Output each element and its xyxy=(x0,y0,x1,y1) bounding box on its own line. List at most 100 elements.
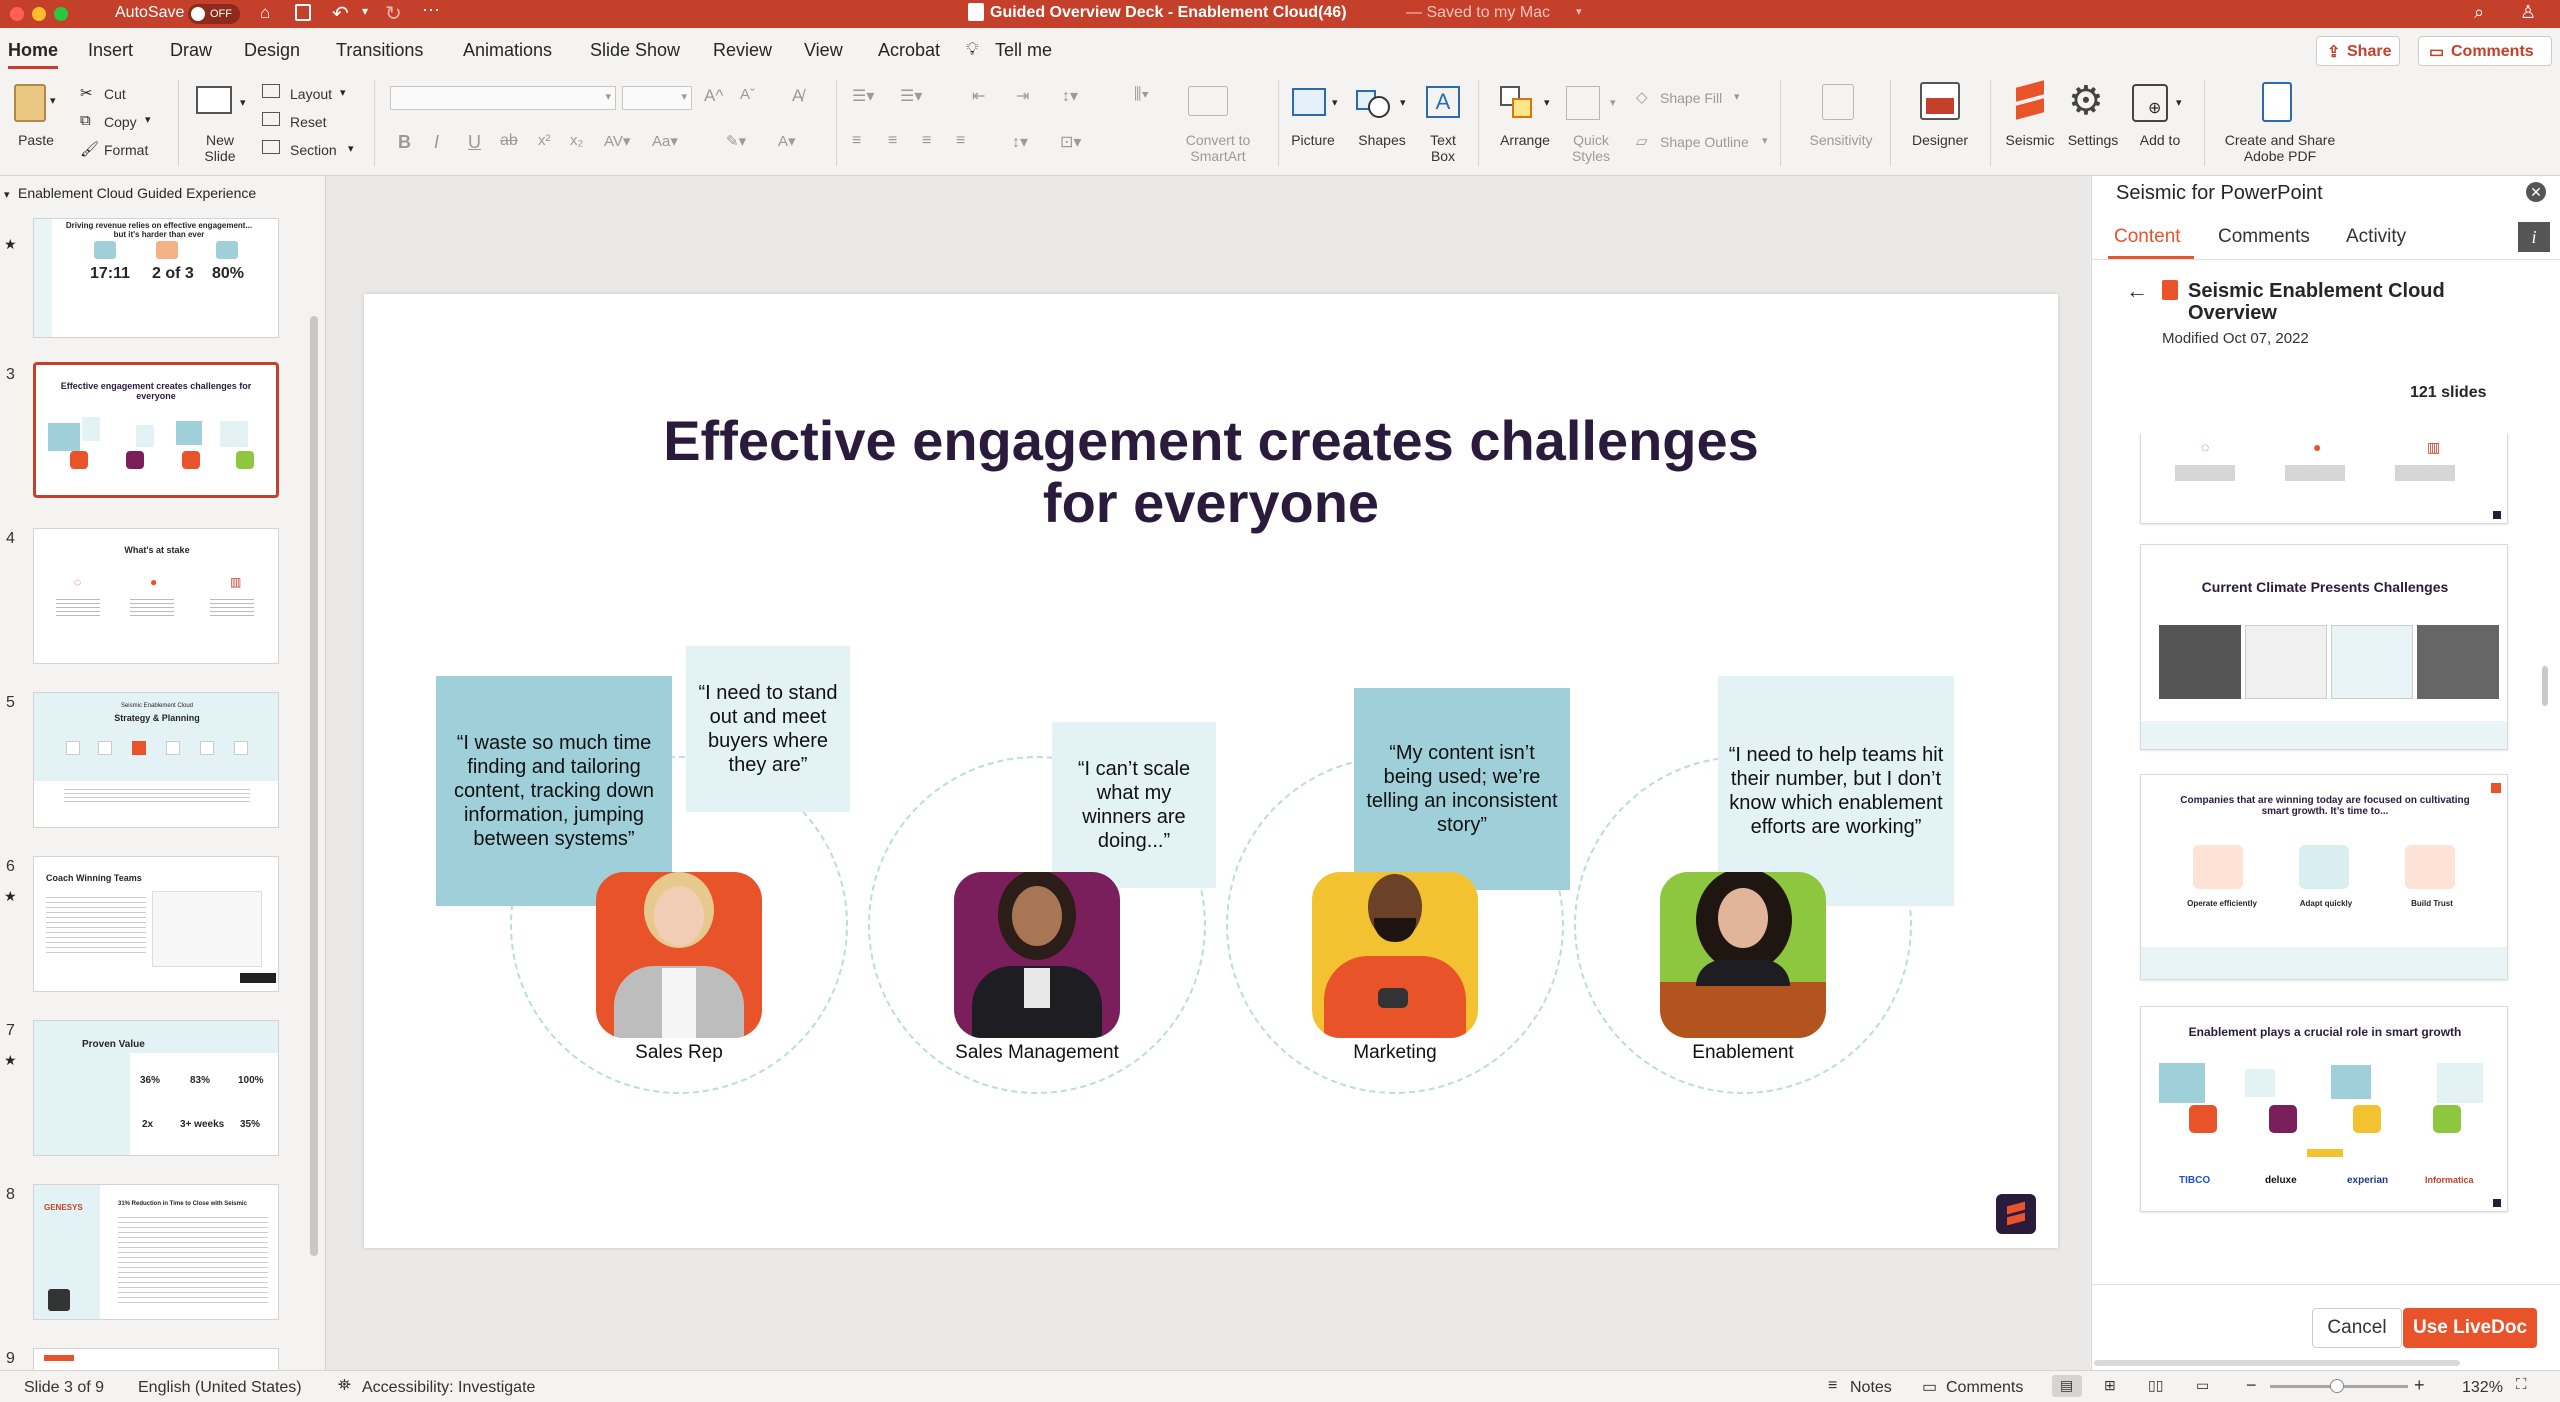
share-button[interactable]: ⇪ Share xyxy=(2316,36,2400,66)
section-icon[interactable] xyxy=(262,140,280,154)
format-painter-button[interactable]: Format xyxy=(104,142,148,158)
close-pane-icon[interactable]: ✕ xyxy=(2526,182,2546,202)
tab-acrobat[interactable]: Acrobat xyxy=(878,40,940,61)
zoom-slider-thumb[interactable] xyxy=(2330,1379,2344,1393)
section-header[interactable]: Enablement Cloud Guided Experience xyxy=(18,185,256,201)
pane-tab-content[interactable]: Content xyxy=(2114,226,2181,248)
shape-fill-dropdown-icon[interactable]: ▾ xyxy=(1734,90,1740,103)
pane-slide-list[interactable]: ◌ ● ▥ Current Climate Presents Challenge… xyxy=(2092,434,2560,1294)
reset-button[interactable]: Reset xyxy=(290,114,327,130)
cut-icon[interactable]: ✂ xyxy=(80,84,93,102)
align-left-icon[interactable]: ≡ xyxy=(852,132,861,150)
decrease-indent-icon[interactable]: ⇤ xyxy=(972,86,985,106)
change-case-icon[interactable]: Aa▾ xyxy=(652,132,678,150)
slide-thumbnail-4[interactable]: What's at stake ◌ ● ▥ xyxy=(33,528,279,664)
new-slide-dropdown-icon[interactable]: ▾ xyxy=(240,96,246,109)
use-livedoc-button[interactable]: Use LiveDoc xyxy=(2403,1308,2537,1348)
arrange-icon[interactable] xyxy=(1500,86,1534,120)
quote-sales-management[interactable]: “I can’t scale what my winners are doing… xyxy=(1052,722,1216,888)
sales-rep-photo[interactable] xyxy=(596,872,762,1038)
shapes-dropdown-icon[interactable]: ▾ xyxy=(1400,96,1406,109)
bullets-icon[interactable]: ☰▾ xyxy=(852,86,874,106)
text-direction-icon[interactable]: ↕▾ xyxy=(1012,132,1028,152)
slide-thumbnail-7[interactable]: Proven Value 36% 83% 100% 2x 3+ weeks 35… xyxy=(33,1020,279,1156)
increase-indent-icon[interactable]: ⇥ xyxy=(1016,86,1029,106)
copy-icon[interactable]: ⧉ xyxy=(80,112,91,129)
slide-thumbnail-5[interactable]: Seismic Enablement Cloud Strategy & Plan… xyxy=(33,692,279,828)
content-doc-title[interactable]: Seismic Enablement Cloud Overview xyxy=(2188,280,2528,324)
slide-thumbnail-2[interactable]: Driving revenue relies on effective enga… xyxy=(33,218,279,338)
cut-button[interactable]: Cut xyxy=(104,86,126,102)
highlight-icon[interactable]: ✎▾ xyxy=(726,132,746,150)
tab-home[interactable]: Home xyxy=(8,40,58,61)
picture-icon[interactable] xyxy=(1292,88,1326,116)
tell-me-search[interactable]: Tell me xyxy=(995,40,1052,61)
back-arrow-icon[interactable]: ← xyxy=(2126,278,2148,304)
tab-design[interactable]: Design xyxy=(244,40,300,61)
slide-sorter-icon[interactable]: ⊞ xyxy=(2104,1377,2116,1394)
layout-icon[interactable] xyxy=(262,84,280,98)
line-spacing-icon[interactable]: ↕▾ xyxy=(1062,86,1078,106)
smartart-icon[interactable] xyxy=(1188,86,1228,116)
seismic-button[interactable]: Seismic xyxy=(2000,132,2060,148)
tab-insert[interactable]: Insert xyxy=(88,40,133,61)
shapes-button[interactable]: Shapes xyxy=(1354,132,1410,148)
tab-transitions[interactable]: Transitions xyxy=(336,40,423,61)
tab-slide-show[interactable]: Slide Show xyxy=(590,40,680,61)
pane-tab-comments[interactable]: Comments xyxy=(2218,226,2310,248)
redo-icon[interactable]: ↻ xyxy=(385,1,402,26)
persona-label-sales-rep[interactable]: Sales Rep xyxy=(559,1042,799,1064)
fit-to-window-icon[interactable]: ⛶ xyxy=(2516,1376,2527,1393)
zoom-in-icon[interactable]: + xyxy=(2414,1375,2425,1396)
tab-draw[interactable]: Draw xyxy=(170,40,212,61)
layout-button[interactable]: Layout xyxy=(290,86,332,102)
shape-outline-button[interactable]: Shape Outline xyxy=(1660,134,1749,150)
slide-thumbnail-9[interactable] xyxy=(33,1348,279,1370)
numbering-icon[interactable]: ☰▾ xyxy=(900,86,922,106)
quote-sales-rep-secondary[interactable]: “I need to stand out and meet buyers whe… xyxy=(686,646,850,812)
quick-styles-dropdown-icon[interactable]: ▾ xyxy=(1610,96,1616,109)
add-to-icon[interactable]: ⊕ xyxy=(2132,84,2168,122)
minimize-window-button[interactable] xyxy=(32,7,46,21)
accessibility-status[interactable]: Accessibility: Investigate xyxy=(362,1379,535,1397)
bold-icon[interactable]: B xyxy=(398,132,411,153)
text-box-icon[interactable]: A xyxy=(1426,86,1460,118)
quote-marketing[interactable]: “My content isn’t being used; we’re tell… xyxy=(1354,688,1570,890)
copy-dropdown-icon[interactable]: ▾ xyxy=(145,113,151,126)
underline-icon[interactable]: U xyxy=(468,132,481,153)
pane-slide-thumbnail[interactable]: ◌ ● ▥ xyxy=(2140,434,2508,524)
tab-view[interactable]: View xyxy=(804,40,843,61)
new-slide-icon[interactable] xyxy=(196,86,232,114)
pane-horizontal-scrollbar[interactable] xyxy=(2094,1360,2460,1366)
thumbs-scroll-thumb[interactable] xyxy=(310,316,318,1256)
new-slide-button[interactable]: New Slide xyxy=(198,132,242,164)
zoom-level[interactable]: 132% xyxy=(2462,1379,2503,1397)
clear-formatting-icon[interactable]: A̸ xyxy=(792,86,803,106)
zoom-window-button[interactable] xyxy=(54,7,68,21)
home-icon[interactable]: ⌂ xyxy=(260,3,270,23)
save-icon[interactable] xyxy=(295,4,311,21)
cancel-button[interactable]: Cancel xyxy=(2312,1308,2402,1348)
accessibility-icon[interactable]: ⛯ xyxy=(338,1377,351,1395)
designer-button[interactable]: Designer xyxy=(1906,132,1974,148)
notes-icon[interactable]: ≡ xyxy=(1828,1377,1837,1395)
seismic-icon[interactable] xyxy=(2010,80,2048,122)
save-status[interactable]: — Saved to my Mac xyxy=(1406,4,1550,22)
slide-thumbnail-6[interactable]: Coach Winning Teams xyxy=(33,856,279,992)
reset-icon[interactable] xyxy=(262,112,280,126)
shape-fill-icon[interactable]: ◇ xyxy=(1636,88,1648,106)
comment-icon[interactable]: ▭ xyxy=(1922,1377,1937,1397)
save-status-chevron-icon[interactable]: ▾ xyxy=(1576,5,1582,18)
section-button[interactable]: Section xyxy=(290,142,337,158)
align-center-icon[interactable]: ≡ xyxy=(888,132,897,150)
close-window-button[interactable] xyxy=(10,7,24,21)
create-share-pdf-button[interactable]: Create and Share Adobe PDF xyxy=(2218,132,2342,164)
paste-dropdown-icon[interactable]: ▾ xyxy=(50,94,56,107)
add-to-button[interactable]: Add to xyxy=(2130,132,2190,148)
font-family-select[interactable]: ▾ xyxy=(390,86,616,110)
shape-outline-dropdown-icon[interactable]: ▾ xyxy=(1762,134,1768,147)
add-to-dropdown-icon[interactable]: ▾ xyxy=(2176,96,2182,109)
more-icon[interactable]: ⋯ xyxy=(422,0,440,21)
slide-show-icon[interactable]: ▭ xyxy=(2196,1377,2209,1394)
strikethrough-icon[interactable]: ab xyxy=(500,132,518,150)
